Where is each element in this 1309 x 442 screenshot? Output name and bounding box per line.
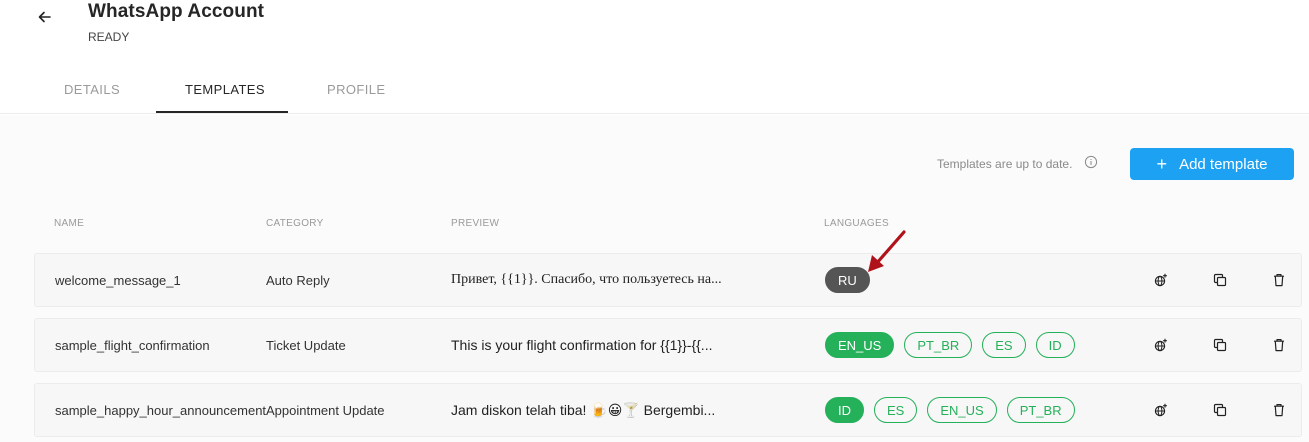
copy-icon[interactable] — [1213, 338, 1227, 352]
template-category: Auto Reply — [266, 272, 330, 288]
back-arrow-icon[interactable] — [36, 8, 54, 26]
tab-profile[interactable]: PROFILE — [327, 82, 385, 97]
trash-icon[interactable] — [1272, 338, 1286, 352]
column-header-category: CATEGORY — [266, 218, 324, 229]
template-name[interactable]: welcome_message_1 — [55, 254, 181, 306]
language-pill[interactable]: ID — [1035, 332, 1075, 358]
info-icon[interactable] — [1084, 155, 1098, 169]
copy-icon[interactable] — [1213, 403, 1227, 417]
template-category: Appointment Update — [266, 402, 385, 418]
page: WhatsApp Account READY DETAILS TEMPLATES… — [0, 0, 1309, 442]
language-pill[interactable]: PT_BR — [1006, 397, 1075, 423]
language-list: ID ES EN_US PT_BR — [825, 384, 1085, 436]
language-pill[interactable]: ES — [982, 332, 1026, 358]
template-name[interactable]: sample_flight_confirmation — [55, 319, 210, 371]
globe-add-icon[interactable] — [1154, 338, 1168, 352]
column-header-name: NAME — [54, 218, 85, 229]
trash-icon[interactable] — [1272, 403, 1286, 417]
active-tab-indicator — [156, 111, 288, 113]
column-header-preview: PREVIEW — [451, 218, 500, 229]
language-pill[interactable]: PT_BR — [904, 332, 973, 358]
language-pill[interactable]: EN_US — [825, 332, 895, 358]
globe-add-icon[interactable] — [1154, 403, 1168, 417]
trash-icon[interactable] — [1272, 273, 1286, 287]
template-name[interactable]: sample_happy_hour_announcement — [55, 384, 266, 436]
language-pill[interactable]: EN_US — [927, 397, 997, 423]
globe-add-icon[interactable] — [1154, 273, 1168, 287]
account-status: READY — [88, 30, 130, 44]
add-template-label: Add template — [1179, 155, 1268, 173]
language-list: EN_US PT_BR ES ID — [825, 319, 1085, 371]
tab-bar: DETAILS TEMPLATES PROFILE — [0, 74, 1309, 114]
table-row[interactable]: sample_happy_hour_announcement Appointme… — [34, 383, 1302, 437]
table-row[interactable]: welcome_message_1 Auto Reply Привет, {{1… — [34, 253, 1302, 307]
template-preview: Jam diskon telah tiba! 🍺😀🍸 Bergembi... — [451, 401, 716, 418]
tab-templates[interactable]: TEMPLATES — [185, 82, 265, 97]
copy-icon[interactable] — [1213, 273, 1227, 287]
template-preview: This is your flight confirmation for {{1… — [451, 337, 713, 353]
sync-status-text: Templates are up to date. — [937, 157, 1073, 171]
language-pill[interactable]: ID — [825, 397, 864, 423]
template-category: Ticket Update — [266, 337, 346, 353]
template-preview: Привет, {{1}}. Спасибо, что пользуетесь … — [451, 272, 722, 287]
annotation-arrow-icon — [868, 230, 906, 272]
add-template-button[interactable]: + Add template — [1130, 148, 1294, 180]
table-row[interactable]: sample_flight_confirmation Ticket Update… — [34, 318, 1302, 372]
page-title: WhatsApp Account — [88, 1, 265, 22]
tab-details[interactable]: DETAILS — [64, 82, 120, 97]
plus-icon: + — [1156, 154, 1168, 174]
language-pill[interactable]: ES — [874, 397, 918, 423]
